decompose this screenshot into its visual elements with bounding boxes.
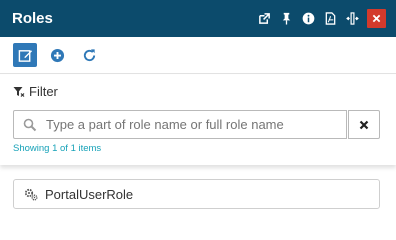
panel-header: Roles bbox=[0, 0, 396, 37]
gears-icon bbox=[24, 188, 38, 200]
info-icon[interactable] bbox=[299, 9, 318, 28]
panel-title: Roles bbox=[12, 10, 53, 27]
header-icon-group bbox=[255, 9, 386, 28]
search-icon bbox=[14, 118, 46, 132]
close-icon bbox=[372, 14, 381, 23]
add-icon bbox=[50, 48, 64, 62]
edit-button[interactable] bbox=[13, 43, 37, 67]
refresh-button[interactable] bbox=[77, 43, 101, 67]
clear-search-button[interactable] bbox=[348, 110, 380, 139]
add-button[interactable] bbox=[45, 43, 69, 67]
role-name: PortalUserRole bbox=[45, 186, 134, 202]
search-input[interactable] bbox=[46, 117, 341, 132]
edit-icon bbox=[18, 49, 32, 62]
popout-icon[interactable] bbox=[255, 9, 274, 28]
filter-icon bbox=[13, 86, 25, 97]
refresh-icon bbox=[83, 48, 95, 61]
toolbar bbox=[0, 37, 396, 74]
clear-icon bbox=[359, 120, 369, 129]
list-item[interactable]: PortalUserRole bbox=[13, 179, 380, 209]
close-button[interactable] bbox=[367, 9, 386, 28]
filter-toggle[interactable]: Filter bbox=[13, 84, 58, 99]
search-field[interactable] bbox=[13, 110, 347, 139]
result-count: Showing 1 of 1 items bbox=[13, 143, 102, 154]
pdf-icon[interactable] bbox=[321, 9, 340, 28]
resize-horizontal-icon[interactable] bbox=[343, 9, 362, 28]
filter-label: Filter bbox=[29, 84, 58, 99]
filter-panel: Filter Showing 1 of 1 items bbox=[0, 75, 396, 165]
pin-icon[interactable] bbox=[277, 9, 296, 28]
